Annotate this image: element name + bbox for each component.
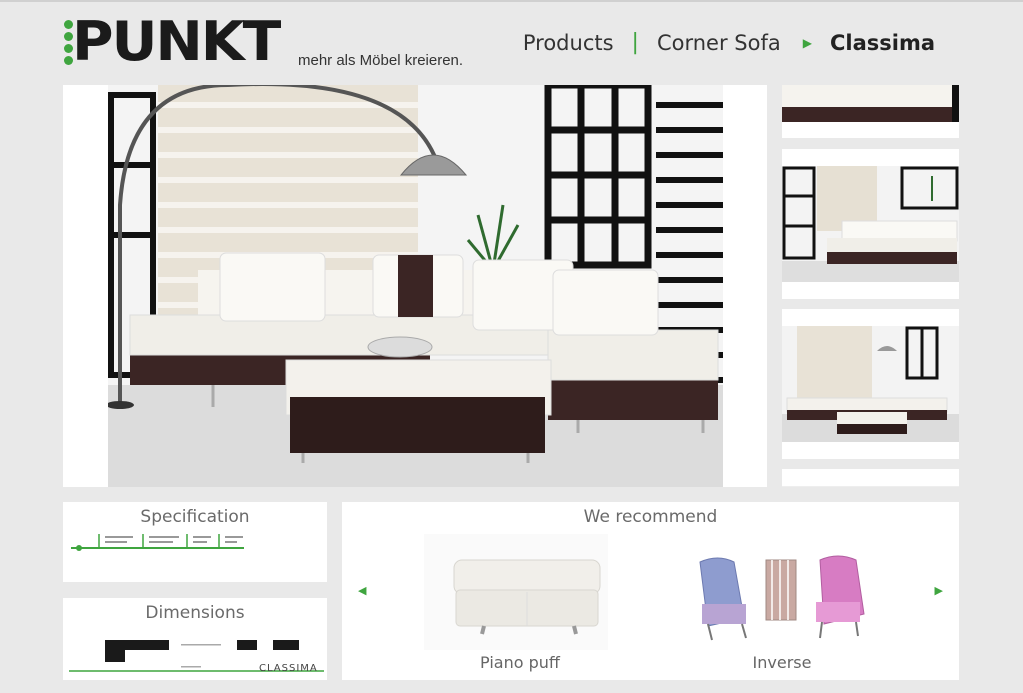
next-arrow-icon[interactable]: ▶ [935,584,943,597]
recommendation-card: We recommend ◀ ▶ Piano puff Inverse [342,502,959,680]
specification-table-icon [71,534,244,551]
logo-wordmark: PUNKT [72,10,281,73]
logo-tagline: mehr als Möbel kreieren. [298,52,464,69]
recommend-item-inverse[interactable]: Inverse [682,530,882,676]
inverse-chairs-icon [699,555,865,641]
thumbnail-strip[interactable] [782,85,959,487]
piano-puff-label: Piano puff [480,653,560,672]
corner-sofa-photo [108,85,723,487]
breadcrumb-corner-sofa[interactable]: Corner Sofa [657,31,781,55]
thumbnail-4[interactable] [782,469,959,487]
sofa-room-thumbnail [782,166,959,282]
breadcrumb-current: Classima [829,30,935,55]
dimensions-drawing-label: CLASSIMA [259,663,318,674]
breadcrumb-separator-icon: | [631,30,639,55]
piano-puff-icon [424,534,608,650]
thumbnail-2[interactable] [782,149,959,299]
thumbnail-3[interactable] [782,309,959,459]
dimensions-card[interactable]: Dimensions CLASSIMA [63,598,327,680]
recommend-title: We recommend [583,507,718,527]
recommend-item-piano-puff[interactable]: Piano puff [420,530,620,676]
specification-title: Specification [140,507,250,527]
top-border [0,0,1023,2]
sofa-detail-thumbnail [782,85,959,122]
breadcrumb-arrow-icon: ▶ [802,35,812,50]
breadcrumb-products[interactable]: Products [523,31,614,55]
previous-arrow-icon[interactable]: ◀ [358,584,366,597]
main-product-image[interactable] [63,85,767,487]
punkt-logo[interactable]: PUNKT mehr als Möbel kreieren. [64,10,484,73]
thumbnail-1[interactable] [782,85,959,138]
sofa-living-room-thumbnail [782,326,959,442]
breadcrumb: Products | Corner Sofa ▶ Classima [523,30,935,55]
specification-card[interactable]: Specification [63,502,327,582]
inverse-label: Inverse [752,653,812,672]
dimensions-title: Dimensions [145,603,245,623]
sofa-partial-thumbnail [782,486,959,487]
